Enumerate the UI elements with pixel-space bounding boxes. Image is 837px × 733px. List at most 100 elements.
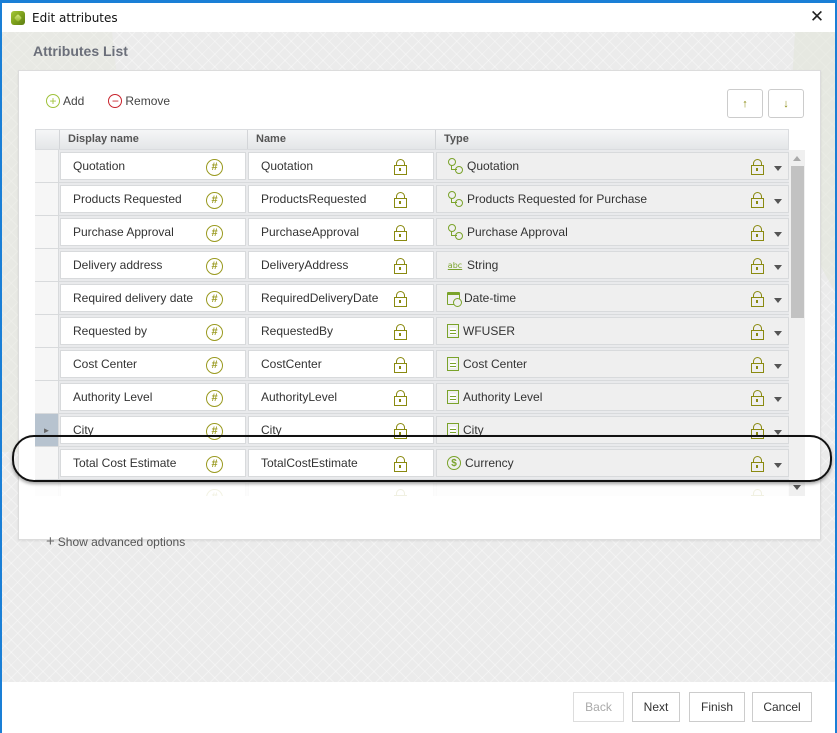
localize-globe-icon[interactable]: [206, 225, 223, 242]
name-cell[interactable]: TotalCostEstimate: [248, 449, 434, 477]
lock-icon[interactable]: [751, 456, 764, 472]
table-row[interactable]: Products Requested ProductsRequested Pro…: [35, 183, 789, 216]
row-selector[interactable]: [35, 249, 59, 281]
type-cell[interactable]: Cost Center: [436, 350, 789, 378]
lock-icon[interactable]: [751, 159, 764, 175]
chevron-down-icon[interactable]: [774, 397, 782, 402]
localize-globe-icon[interactable]: [206, 291, 223, 308]
row-selector[interactable]: [35, 183, 59, 215]
row-selector[interactable]: [35, 315, 59, 347]
table-row[interactable]: Required delivery date RequiredDeliveryD…: [35, 282, 789, 315]
display-name-cell[interactable]: Authority Level: [60, 383, 246, 411]
row-selector[interactable]: [35, 150, 59, 182]
localize-globe-icon[interactable]: [206, 324, 223, 341]
chevron-down-icon[interactable]: [774, 430, 782, 435]
remove-button[interactable]: − Remove: [108, 94, 170, 108]
close-button[interactable]: ✕: [807, 7, 827, 27]
row-selector[interactable]: [35, 216, 59, 248]
lock-icon[interactable]: [751, 423, 764, 439]
chevron-down-icon[interactable]: [774, 199, 782, 204]
lock-icon[interactable]: [394, 489, 407, 496]
type-cell[interactable]: Authority Level: [436, 383, 789, 411]
chevron-down-icon[interactable]: [774, 166, 782, 171]
row-selector[interactable]: [35, 381, 59, 413]
table-row[interactable]: Cost Center CostCenter Cost Center: [35, 348, 789, 381]
table-row[interactable]: Requested by RequestedBy WFUSER: [35, 315, 789, 348]
type-cell[interactable]: Purchase Approval: [436, 218, 789, 246]
display-name-cell[interactable]: Requested by: [60, 317, 246, 345]
scroll-down-arrow-icon[interactable]: [793, 485, 801, 490]
localize-globe-icon[interactable]: [206, 423, 223, 440]
name-cell[interactable]: CostCenter: [248, 350, 434, 378]
move-down-button[interactable]: ↓: [768, 89, 804, 118]
display-name-cell[interactable]: City: [60, 416, 246, 444]
type-cell[interactable]: City: [436, 416, 789, 444]
scrollbar-thumb[interactable]: [791, 166, 804, 318]
type-cell[interactable]: $ Currency: [436, 449, 789, 477]
localize-globe-icon[interactable]: [206, 258, 223, 275]
row-selector[interactable]: [35, 282, 59, 314]
lock-icon[interactable]: [394, 390, 407, 406]
type-cell[interactable]: Products Requested for Purchase: [436, 185, 789, 213]
table-row[interactable]: Delivery address DeliveryAddress abc Str…: [35, 249, 789, 282]
next-button[interactable]: Next: [632, 692, 680, 722]
row-selector[interactable]: [35, 447, 59, 479]
chevron-down-icon[interactable]: [774, 331, 782, 336]
display-name-cell[interactable]: Required delivery date: [60, 284, 246, 312]
lock-icon[interactable]: [751, 192, 764, 208]
lock-icon[interactable]: [394, 192, 407, 208]
move-up-button[interactable]: ↑: [727, 89, 763, 118]
header-type[interactable]: Type: [436, 130, 788, 149]
name-cell[interactable]: RequiredDeliveryDate: [248, 284, 434, 312]
show-advanced-options-link[interactable]: + Show advanced options: [46, 533, 185, 550]
localize-globe-icon[interactable]: [206, 192, 223, 209]
display-name-cell[interactable]: Products Requested: [60, 185, 246, 213]
display-name-cell[interactable]: Delivery address: [60, 251, 246, 279]
name-cell[interactable]: DeliveryAddress: [248, 251, 434, 279]
header-display-name[interactable]: Display name: [60, 130, 248, 149]
lock-icon[interactable]: [394, 357, 407, 373]
chevron-down-icon[interactable]: [774, 364, 782, 369]
lock-icon[interactable]: [751, 390, 764, 406]
type-cell[interactable]: Date-time: [436, 284, 789, 312]
lock-icon[interactable]: [394, 225, 407, 241]
display-name-cell[interactable]: Total Cost Estimate: [60, 449, 246, 477]
chevron-down-icon[interactable]: [774, 265, 782, 270]
vertical-scrollbar[interactable]: [789, 150, 805, 496]
table-row[interactable]: ► City City City: [35, 414, 789, 447]
table-row[interactable]: Total Cost Estimate TotalCostEstimate $ …: [35, 447, 789, 480]
name-cell[interactable]: City: [248, 416, 434, 444]
table-row[interactable]: Quotation Quotation Quotation: [35, 150, 789, 183]
name-cell[interactable]: AuthorityLevel: [248, 383, 434, 411]
display-name-cell[interactable]: Purchase Approval: [60, 218, 246, 246]
lock-icon[interactable]: [751, 357, 764, 373]
lock-icon[interactable]: [751, 489, 764, 496]
localize-globe-icon[interactable]: [206, 456, 223, 473]
lock-icon[interactable]: [394, 159, 407, 175]
lock-icon[interactable]: [751, 258, 764, 274]
cancel-button[interactable]: Cancel: [752, 692, 812, 722]
name-cell[interactable]: ProductsRequested: [248, 185, 434, 213]
localize-globe-icon[interactable]: [206, 390, 223, 407]
localize-globe-icon[interactable]: [206, 159, 223, 176]
name-cell[interactable]: PurchaseApproval: [248, 218, 434, 246]
add-button[interactable]: + Add: [46, 94, 84, 108]
lock-icon[interactable]: [394, 324, 407, 340]
finish-button[interactable]: Finish: [689, 692, 745, 722]
lock-icon[interactable]: [394, 291, 407, 307]
table-row[interactable]: Authority Level AuthorityLevel Authority…: [35, 381, 789, 414]
localize-globe-icon[interactable]: [206, 357, 223, 374]
type-cell[interactable]: Quotation: [436, 152, 789, 180]
lock-icon[interactable]: [751, 225, 764, 241]
display-name-cell[interactable]: Quotation: [60, 152, 246, 180]
chevron-down-icon[interactable]: [774, 232, 782, 237]
type-cell[interactable]: abc String: [436, 251, 789, 279]
row-selector[interactable]: ►: [35, 414, 59, 446]
name-cell[interactable]: RequestedBy: [248, 317, 434, 345]
chevron-down-icon[interactable]: [774, 298, 782, 303]
lock-icon[interactable]: [751, 291, 764, 307]
table-row[interactable]: Purchase Approval PurchaseApproval Purch…: [35, 216, 789, 249]
chevron-down-icon[interactable]: [774, 463, 782, 468]
row-selector[interactable]: [35, 348, 59, 380]
lock-icon[interactable]: [394, 258, 407, 274]
